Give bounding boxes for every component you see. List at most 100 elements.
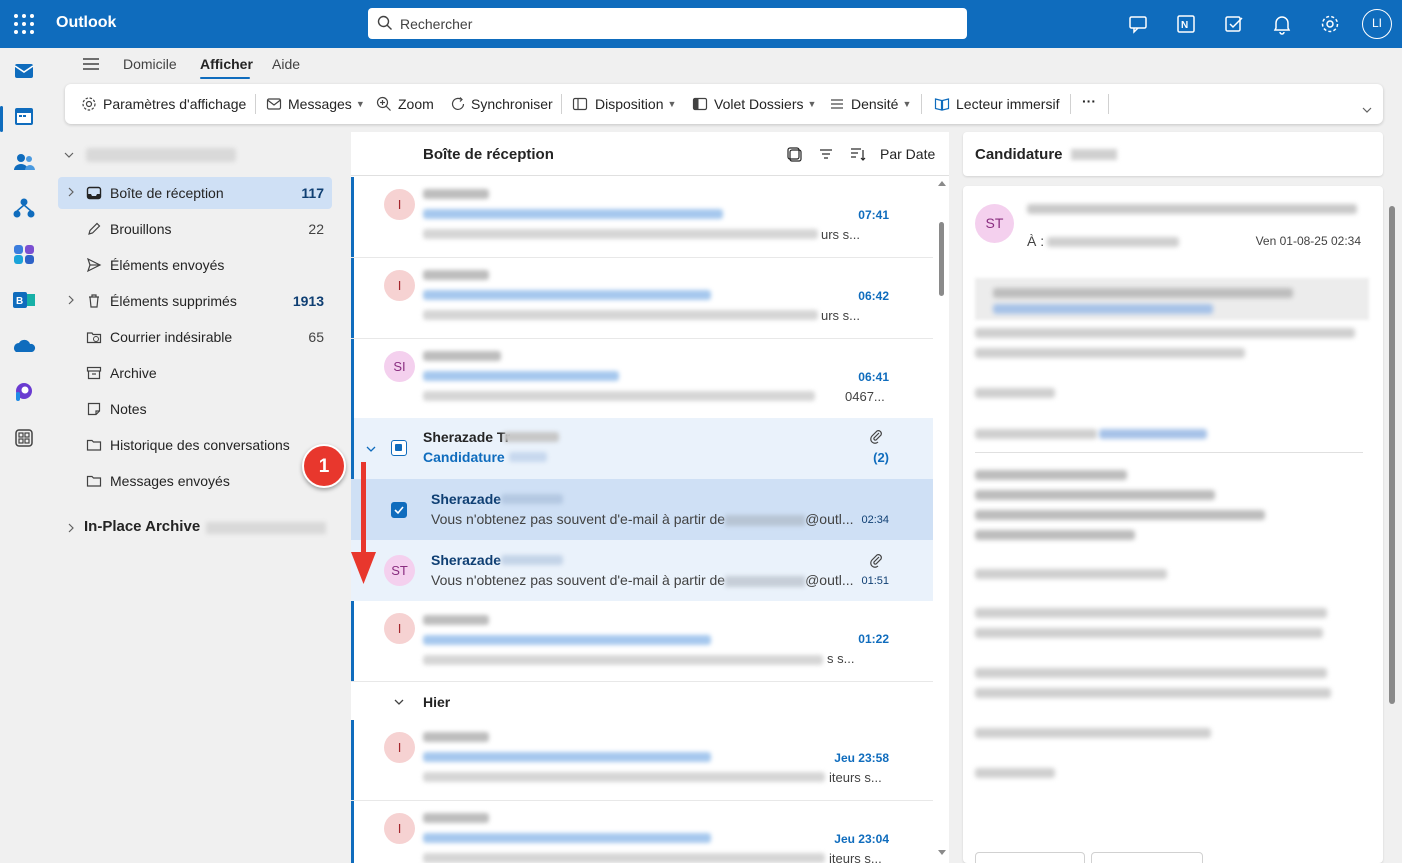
org-icon[interactable]	[10, 194, 38, 222]
account-avatar[interactable]: LI	[1362, 9, 1392, 39]
in-place-archive-account[interactable]: In-Place Archive	[84, 518, 200, 535]
gear-icon[interactable]	[1318, 12, 1342, 36]
folder-label: Courrier indésirable	[110, 329, 233, 345]
immersive-reader-button[interactable]: Lecteur immersif	[956, 96, 1059, 112]
folder-pane: Boîte de réception 117 Brouillons 22 Élé…	[48, 132, 344, 863]
subject-redacted	[423, 371, 619, 381]
people-icon[interactable]	[10, 148, 38, 176]
expand-ribbon-icon[interactable]	[1359, 102, 1375, 118]
annotation-step-badge: 1	[302, 444, 346, 488]
forward-button[interactable]	[1091, 852, 1203, 863]
bookings-icon[interactable]: B	[10, 286, 38, 314]
body-divider	[975, 452, 1363, 453]
folder-label: Messages envoyés	[110, 473, 230, 489]
archive-account-redacted	[206, 522, 326, 534]
account-name-redacted[interactable]	[86, 148, 236, 162]
view-settings-icon	[82, 97, 96, 111]
trash-icon	[89, 294, 99, 308]
density-dropdown[interactable]: Densité ▼	[851, 96, 911, 112]
tab-view[interactable]: Afficher	[200, 56, 253, 72]
message-row[interactable]: I Jeu 23:04 iteurs s...	[351, 801, 933, 863]
folder-notes[interactable]: Notes	[58, 393, 332, 425]
onenote-icon[interactable]: N	[1174, 12, 1198, 36]
toolbar-divider	[561, 94, 562, 114]
folder-pane-dropdown[interactable]: Volet Dossiers ▼	[714, 96, 816, 112]
tab-help[interactable]: Aide	[272, 56, 300, 72]
unread-indicator	[351, 720, 354, 800]
more-apps-icon[interactable]	[10, 424, 38, 452]
chat-icon[interactable]	[1126, 12, 1150, 36]
app-name[interactable]: Outlook	[56, 14, 116, 32]
folder-deleted[interactable]: Éléments supprimés 1913	[58, 285, 332, 317]
message-row[interactable]: I 01:22 s s...	[351, 601, 933, 682]
scrollbar-thumb[interactable]	[939, 222, 944, 296]
hamburger-icon[interactable]	[82, 56, 100, 72]
chevron-down-icon[interactable]	[365, 443, 377, 455]
onedrive-icon[interactable]	[10, 332, 38, 360]
select-conversation-checkbox[interactable]	[391, 440, 407, 456]
chevron-right-icon[interactable]	[66, 187, 76, 197]
message-row[interactable]: SI 06:41 0467...	[351, 339, 933, 420]
message-row[interactable]: I Jeu 23:58 iteurs s...	[351, 720, 933, 801]
todo-icon[interactable]	[1222, 12, 1246, 36]
tab-home[interactable]: Domicile	[123, 56, 177, 72]
select-message-checkbox[interactable]	[391, 502, 407, 518]
sender-redacted	[423, 732, 489, 742]
group-header-yesterday[interactable]: Hier	[351, 682, 933, 722]
folder-conversation-history[interactable]: Historique des conversations	[58, 429, 332, 461]
select-mode-icon[interactable]	[786, 146, 802, 162]
folder-archive[interactable]: Archive	[58, 357, 332, 389]
sort-icon[interactable]	[850, 146, 866, 162]
chevron-right-icon[interactable]	[66, 295, 76, 305]
message-row[interactable]: I 07:41 urs s...	[351, 177, 933, 258]
folder-junk[interactable]: Courrier indésirable 65	[58, 321, 332, 353]
archive-icon	[86, 366, 102, 380]
folder-label: Historique des conversations	[110, 437, 290, 453]
view-settings-button[interactable]: Paramètres d'affichage	[103, 96, 246, 112]
folder-label: Boîte de réception	[110, 185, 224, 201]
message-row[interactable]: I 06:42 urs s...	[351, 258, 933, 339]
mail-icon[interactable]	[10, 56, 38, 84]
email-subject: Candidature	[975, 146, 1063, 163]
folder-sent[interactable]: Éléments envoyés	[58, 249, 332, 281]
message-list-header: Boîte de réception Par Date	[351, 132, 949, 176]
conversation-message[interactable]: ST Sherazade Vous n'obtenez pas souvent …	[351, 540, 933, 601]
recipient-label: À :	[1027, 233, 1045, 249]
list-title: Boîte de réception	[423, 146, 554, 163]
preview-redacted	[423, 391, 815, 401]
folder-sent-messages[interactable]: Messages envoyés	[58, 465, 332, 497]
sender-avatar: I	[384, 613, 415, 644]
chevron-down-icon[interactable]	[393, 696, 405, 708]
chevron-right-icon[interactable]	[66, 523, 76, 533]
item-count: 65	[308, 329, 324, 345]
layout-dropdown[interactable]: Disposition ▼	[595, 96, 676, 112]
copilot-icon[interactable]	[10, 240, 38, 268]
scroll-down-icon[interactable]	[938, 850, 946, 856]
reply-button[interactable]	[975, 852, 1085, 863]
annotation-arrow-line	[361, 462, 366, 562]
reading-pane-scrollbar[interactable]	[1389, 206, 1395, 704]
annotation-arrow-head-icon	[351, 552, 376, 584]
sync-button[interactable]: Synchroniser	[471, 96, 553, 112]
more-options-button[interactable]: ···	[1082, 93, 1096, 109]
messages-dropdown[interactable]: Messages ▼	[288, 96, 365, 112]
filter-icon[interactable]	[818, 146, 834, 162]
email-redacted	[725, 514, 806, 526]
message-list-scrollbar[interactable]	[934, 176, 949, 863]
message-sender: Sherazade	[431, 491, 502, 507]
conversation-header[interactable]: Sherazade Tr Candidature (2)	[351, 418, 933, 479]
bell-icon[interactable]	[1270, 12, 1294, 36]
folder-label: Archive	[110, 365, 157, 381]
calendar-icon[interactable]	[10, 102, 38, 130]
chevron-down-icon[interactable]	[64, 150, 74, 160]
search-input[interactable]	[400, 8, 960, 39]
sort-by-date-button[interactable]: Par Date	[880, 146, 935, 162]
zoom-button[interactable]: Zoom	[398, 96, 434, 112]
conversation-message-selected[interactable]: Sherazade Vous n'obtenez pas souvent d'e…	[351, 479, 933, 540]
folder-drafts[interactable]: Brouillons 22	[58, 213, 332, 245]
app-launcher-icon[interactable]	[12, 12, 36, 36]
folder-inbox[interactable]: Boîte de réception 117	[58, 177, 332, 209]
search-box[interactable]	[368, 8, 967, 39]
scroll-up-icon[interactable]	[938, 180, 946, 186]
loop-icon[interactable]	[10, 378, 38, 406]
